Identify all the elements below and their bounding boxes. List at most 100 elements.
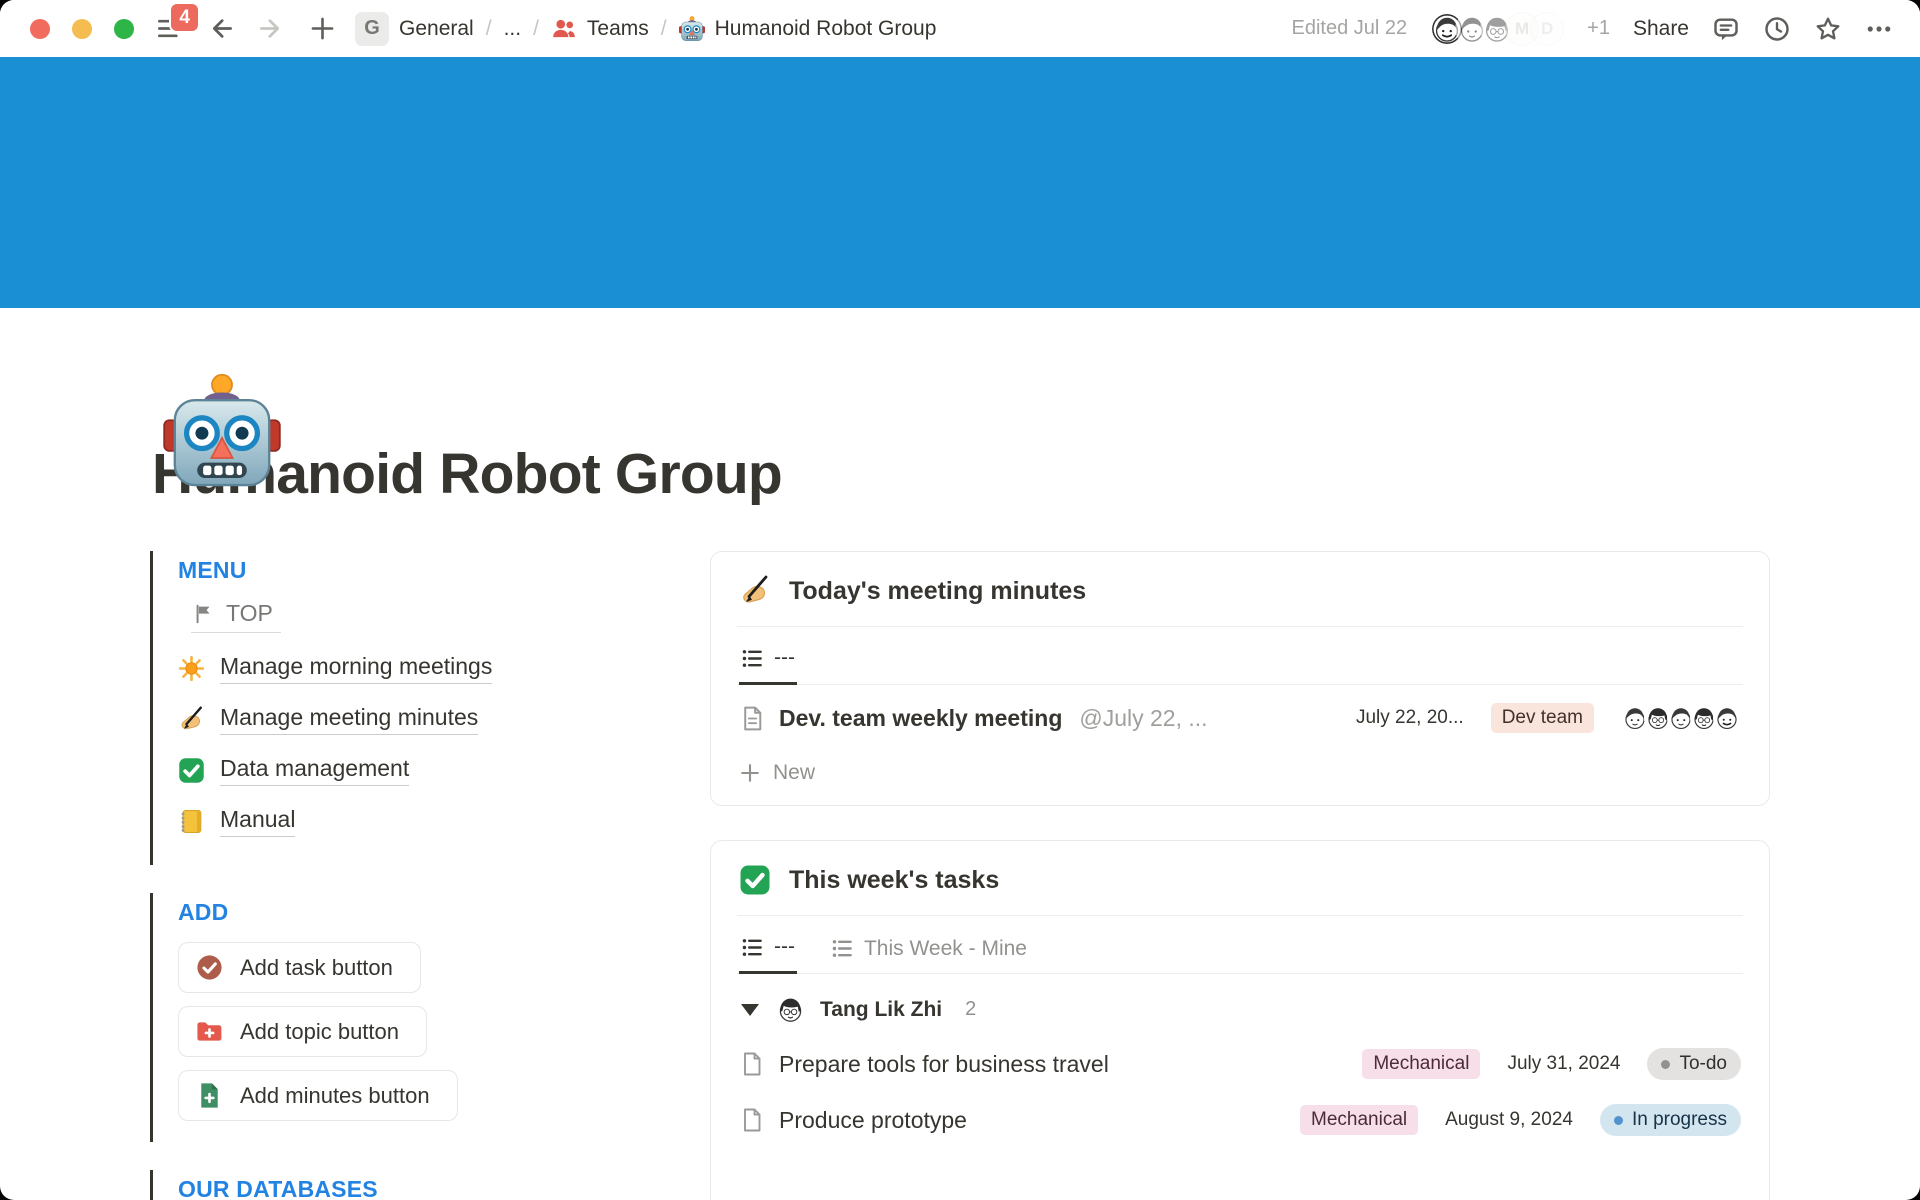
page-icon <box>739 1107 765 1133</box>
task-row[interactable]: Produce prototype Mechanical August 9, 2… <box>737 1092 1743 1148</box>
plus-icon <box>309 15 336 42</box>
writing-hand-icon <box>739 575 771 607</box>
topbar-actions: Edited Jul 22 M D +1 Share <box>1292 12 1894 46</box>
top-bar: 4 G General / ... / Teams / Humanoid Rob… <box>0 0 1920 57</box>
attendee-avatars <box>1621 704 1741 732</box>
add-section: ADD Add task button Add topic button Add… <box>150 893 670 1142</box>
add-topic-button[interactable]: Add topic button <box>178 1006 427 1057</box>
back-button[interactable] <box>206 15 234 43</box>
databases-section: OUR DATABASES Minutes DB <box>150 1170 670 1200</box>
page-icon <box>739 1051 765 1077</box>
status-badge: In progress <box>1600 1104 1741 1136</box>
collaborator-avatars[interactable]: M D <box>1430 12 1564 46</box>
task-row[interactable]: Prepare tools for business travel Mechan… <box>737 1036 1743 1092</box>
due-date: August 9, 2024 <box>1445 1109 1573 1131</box>
breadcrumb-separator: / <box>484 17 494 41</box>
fullscreen-button[interactable] <box>114 19 134 39</box>
card-title: Today's meeting minutes <box>789 577 1086 606</box>
top-link[interactable]: TOP <box>191 600 281 633</box>
forward-arrow-icon <box>258 15 285 42</box>
comments-button[interactable] <box>1712 15 1740 43</box>
writing-hand-icon <box>178 706 205 733</box>
breadcrumb-teams[interactable]: Teams <box>587 17 649 41</box>
meeting-row[interactable]: Dev. team weekly meeting @July 22, ... J… <box>737 685 1743 749</box>
notification-badge: 4 <box>169 2 200 33</box>
comment-icon <box>1712 15 1740 43</box>
meeting-date: July 22, 20... <box>1356 707 1464 729</box>
robot-icon <box>679 16 705 42</box>
menu-item-manual[interactable]: Manual <box>178 806 670 837</box>
menu-item-data-management[interactable]: Data management <box>178 755 670 786</box>
star-icon <box>1814 15 1842 43</box>
avatar <box>776 995 805 1024</box>
status-dot <box>1614 1116 1623 1125</box>
view-tab[interactable]: --- <box>739 646 797 685</box>
menu-item-meeting-minutes[interactable]: Manage meeting minutes <box>178 704 670 735</box>
edited-timestamp[interactable]: Edited Jul 22 <box>1292 17 1408 40</box>
page-cover[interactable] <box>0 57 1920 308</box>
status-badge: To-do <box>1647 1048 1741 1080</box>
add-task-button[interactable]: Add task button <box>178 942 421 993</box>
document-icon <box>739 705 766 732</box>
category-tag: Mechanical <box>1362 1049 1480 1079</box>
forward-button[interactable] <box>257 15 285 43</box>
sun-icon <box>178 655 205 682</box>
clock-icon <box>1763 15 1791 43</box>
page-robot-icon[interactable] <box>163 373 281 491</box>
new-page-button[interactable] <box>308 15 336 43</box>
favorite-button[interactable] <box>1814 15 1842 43</box>
folder-plus-icon <box>195 1017 224 1046</box>
task-check-icon <box>195 953 224 982</box>
meeting-minutes-card: Today's meeting minutes --- Dev. team we… <box>710 551 1770 806</box>
group-count: 2 <box>965 998 976 1021</box>
due-date: July 31, 2024 <box>1507 1053 1620 1075</box>
ledger-icon <box>178 808 205 835</box>
nav-controls: 4 <box>155 15 336 43</box>
check-box-icon <box>178 757 205 784</box>
avatar: D <box>1530 12 1564 46</box>
sidebar-toggle-button[interactable]: 4 <box>155 15 183 43</box>
view-tab-default[interactable]: --- <box>739 935 797 974</box>
more-collaborators[interactable]: +1 <box>1587 17 1610 40</box>
file-plus-icon <box>195 1081 224 1110</box>
breadcrumb-separator: / <box>659 17 669 41</box>
group-header[interactable]: Tang Lik Zhi 2 <box>737 974 1743 1036</box>
workspace-icon[interactable]: G <box>355 12 389 46</box>
breadcrumb-separator: / <box>531 17 541 41</box>
card-header: Today's meeting minutes <box>737 552 1743 627</box>
plus-icon <box>739 762 761 784</box>
page-title[interactable]: Humanoid Robot Group <box>152 441 1770 507</box>
new-row-button[interactable]: New <box>737 749 1743 805</box>
updates-button[interactable] <box>1763 15 1791 43</box>
list-view-icon <box>831 937 854 960</box>
share-button[interactable]: Share <box>1633 17 1689 41</box>
notion-window: 4 G General / ... / Teams / Humanoid Rob… <box>0 0 1920 1200</box>
traffic-lights <box>30 19 134 39</box>
menu-item-morning-meetings[interactable]: Manage morning meetings <box>178 653 670 684</box>
right-column: Today's meeting minutes --- Dev. team we… <box>710 551 1770 1200</box>
card-header: This week's tasks <box>737 841 1743 916</box>
view-tabs: --- This Week - Mine <box>737 916 1743 974</box>
ellipsis-icon <box>1865 15 1893 43</box>
teams-icon <box>551 16 577 42</box>
page-body: Humanoid Robot Group MENU TOP Manage mor… <box>0 441 1920 1200</box>
close-button[interactable] <box>30 19 50 39</box>
breadcrumb-general[interactable]: General <box>399 17 474 41</box>
view-tab-this-week-mine[interactable]: This Week - Mine <box>829 935 1029 974</box>
menu-section: MENU TOP Manage morning meetings Manage … <box>150 551 670 865</box>
weekly-tasks-card: This week's tasks --- This Week - Mine <box>710 840 1770 1200</box>
collapse-triangle-icon[interactable] <box>741 1004 759 1016</box>
menu-heading: MENU <box>178 557 670 584</box>
list-view-icon <box>741 936 764 959</box>
check-box-icon <box>739 864 771 896</box>
add-minutes-button[interactable]: Add minutes button <box>178 1070 458 1121</box>
more-options-button[interactable] <box>1865 15 1893 43</box>
breadcrumb-collapsed[interactable]: ... <box>504 17 522 41</box>
left-column: MENU TOP Manage morning meetings Manage … <box>150 551 670 1200</box>
status-dot <box>1661 1060 1670 1069</box>
minimize-button[interactable] <box>72 19 92 39</box>
breadcrumb-page[interactable]: Humanoid Robot Group <box>715 17 937 41</box>
add-heading: ADD <box>178 899 670 926</box>
list-view-icon <box>741 647 764 670</box>
view-tabs: --- <box>737 627 1743 685</box>
